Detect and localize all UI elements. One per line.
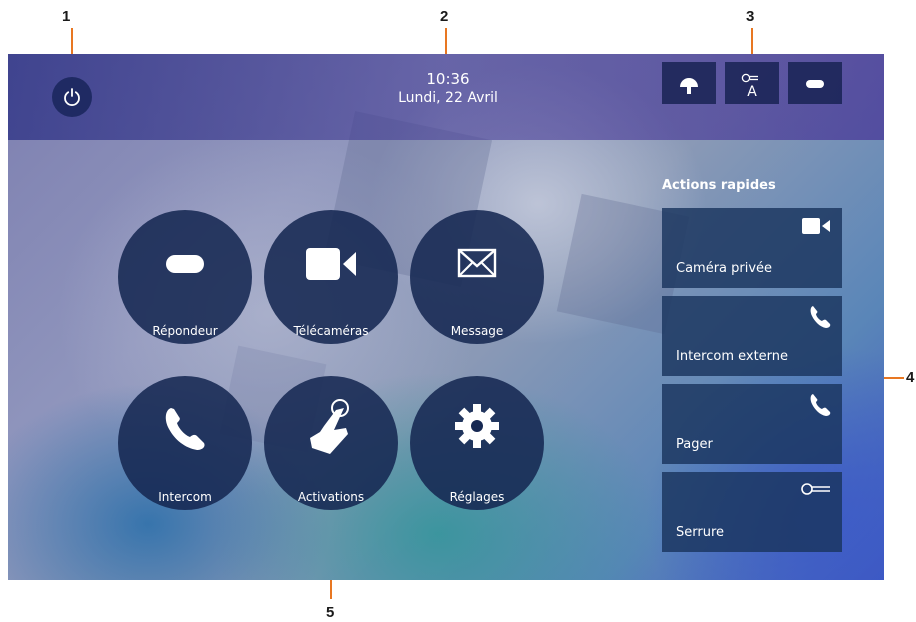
app-label: Télécaméras [293,324,369,338]
quick-action-label: Serrure [676,525,725,540]
quick-action-private-camera[interactable]: Caméra privée [662,208,842,288]
gear-icon [455,404,499,448]
power-icon [64,88,80,106]
device-screen: 10:36 Lundi, 22 Avril A Actions rapides … [8,54,884,580]
phone-icon [165,408,205,450]
clock-time: 10:36 [426,70,470,88]
clock-date: Lundi, 22 Avril [398,90,498,106]
callout-1: 1 [62,8,71,25]
quick-action-lock[interactable]: Serrure [662,472,842,552]
voicemail-icon [806,80,824,88]
callout-5: 5 [326,604,335,621]
bell-off-icon [680,78,698,94]
quick-action-label: Pager [676,437,713,452]
app-label: Message [450,324,504,338]
app-cameras[interactable]: Télécaméras [264,210,398,344]
quick-action-label: Caméra privée [676,261,773,276]
bell-off-status[interactable] [662,62,716,104]
power-button[interactable] [52,77,92,117]
video-camera-icon [306,248,356,280]
app-activations[interactable]: Activations [264,376,398,510]
auto-door-status[interactable]: A [725,62,779,104]
key-auto-icon: A [741,73,758,100]
app-settings[interactable]: Réglages [410,376,544,510]
phone-icon [810,394,831,416]
app-label: Répondeur [152,324,218,338]
app-message[interactable]: Message [410,210,544,344]
video-camera-icon [802,218,830,234]
auto-letter: A [747,84,757,100]
app-label: Intercom [158,490,212,504]
app-intercom[interactable]: Intercom [118,376,252,510]
callout-2: 2 [440,8,449,25]
voicemail-icon [166,255,204,273]
quick-action-pager[interactable]: Pager [662,384,842,464]
key-icon [801,483,830,495]
phone-icon [810,306,831,328]
app-answering-machine[interactable]: Répondeur [118,210,252,344]
callout-3: 3 [746,8,755,25]
quick-action-label: Intercom externe [676,349,789,364]
clock: 10:36 Lundi, 22 Avril [348,70,548,107]
app-label: Réglages [449,490,505,504]
hand-touch-icon [310,399,349,454]
callout-4: 4 [906,369,915,386]
envelope-icon [457,248,497,278]
app-label: Activations [297,490,365,504]
quick-actions-title: Actions rapides [662,178,776,193]
top-status-bar: 10:36 Lundi, 22 Avril A [8,54,884,140]
voicemail-status[interactable] [788,62,842,104]
quick-action-external-intercom[interactable]: Intercom externe [662,296,842,376]
